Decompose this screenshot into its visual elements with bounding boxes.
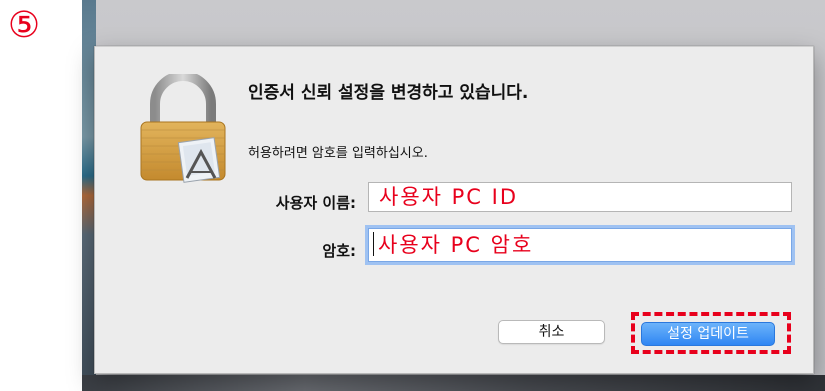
password-label: 암호:	[322, 242, 356, 260]
dialog-top-edge	[95, 46, 813, 47]
username-label: 사용자 이름:	[275, 194, 356, 212]
dialog-title: 인증서 신뢰 설정을 변경하고 있습니다.	[248, 83, 529, 103]
password-field[interactable]: 사용자 PC 암호	[368, 228, 792, 262]
dialog-subtitle: 허용하려면 암호를 입력하십시오.	[248, 146, 428, 161]
padlock-icon	[140, 74, 226, 183]
cancel-button[interactable]: 취소	[498, 320, 605, 344]
step-number-marker: ⑤	[7, 5, 41, 46]
text-cursor	[373, 232, 374, 256]
username-value: 사용자 PC ID	[379, 185, 519, 209]
password-value: 사용자 PC 암호	[378, 233, 534, 257]
update-settings-button[interactable]: 설정 업데이트	[641, 322, 775, 346]
authentication-dialog: 인증서 신뢰 설정을 변경하고 있습니다. 허용하려면 암호를 입력하십시오. …	[94, 46, 814, 374]
username-field[interactable]: 사용자 PC ID	[368, 182, 792, 212]
